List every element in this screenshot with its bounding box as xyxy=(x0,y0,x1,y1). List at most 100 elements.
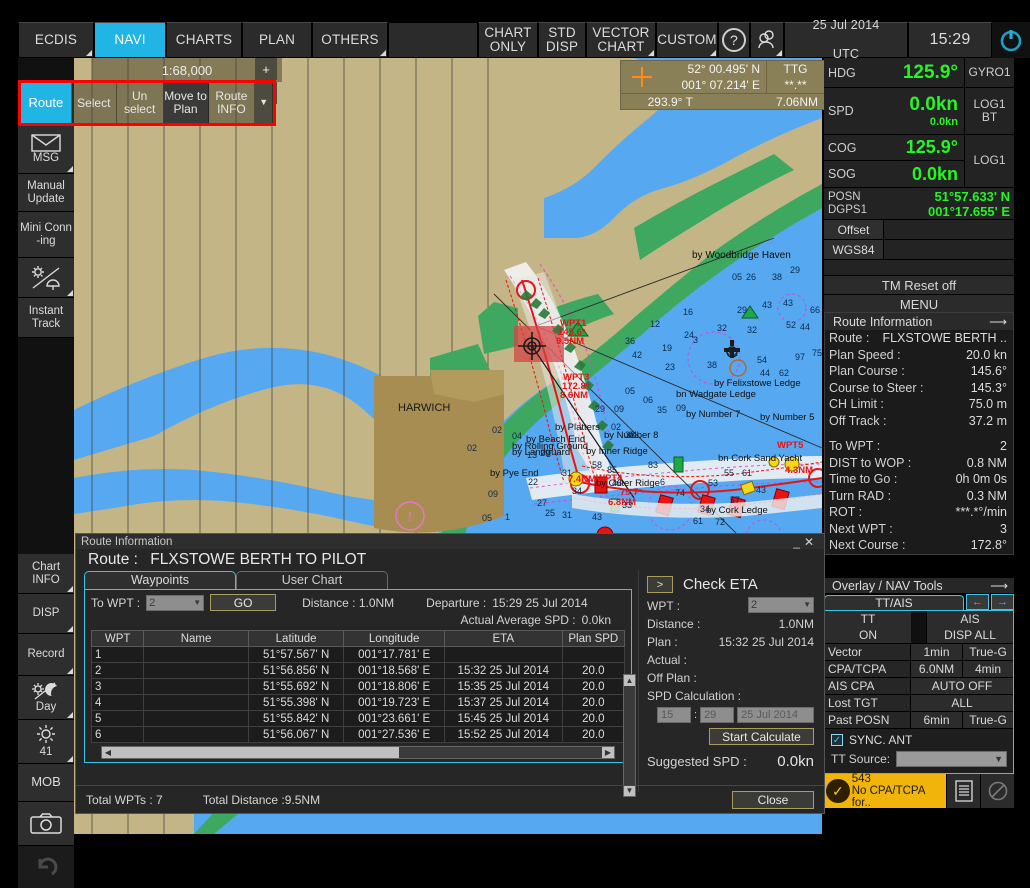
alarm-mute-button[interactable] xyxy=(980,774,1014,808)
check-circle-icon[interactable]: ✓ xyxy=(826,779,850,803)
overlay-header[interactable]: Overlay / NAV Tools ⟶ xyxy=(824,578,1014,593)
overlay-row-value2[interactable]: 4min xyxy=(963,661,1013,677)
start-calculate-button[interactable]: Start Calculate xyxy=(709,728,814,745)
cursor-ttg-label: TTG xyxy=(783,62,808,76)
overlay-row-value1[interactable]: AUTO OFF xyxy=(911,678,1013,694)
power-button[interactable] xyxy=(992,22,1030,58)
waypoints-table: WPT Name Latitude Longitude ETA Plan SPD 1 51°… xyxy=(90,630,626,743)
sync-ant-row[interactable]: ✓ SYNC. ANT xyxy=(825,729,1013,749)
table-row[interactable]: 4 51°55.398' N 001°19.723' E 15:37 25 Jul 2… xyxy=(90,694,626,711)
check-eta-toggle-button[interactable]: > xyxy=(647,576,673,593)
alarm-list-button[interactable] xyxy=(946,774,980,808)
overlay-row-value1[interactable]: ALL xyxy=(911,695,1013,711)
move-to-plan-button[interactable]: Move to Plan xyxy=(163,83,209,123)
std-disp-button[interactable]: STD DISP xyxy=(538,22,586,58)
offset-row[interactable]: Offset xyxy=(824,220,1014,240)
close-dialog-button[interactable]: Close xyxy=(732,790,814,809)
tab-charts[interactable]: CHARTS xyxy=(166,22,242,58)
alarm-message[interactable]: ✓ 543 No CPA/TCPA for.. xyxy=(824,773,946,809)
waypoints-vscrollbar[interactable]: ▲ ▼ xyxy=(623,674,636,797)
sidebar-item-manual-update[interactable]: Manual Update xyxy=(18,174,74,212)
overlay-row-value2[interactable]: True-G xyxy=(963,644,1013,660)
tab-waypoints[interactable]: Waypoints xyxy=(84,571,236,589)
go-button[interactable]: GO xyxy=(210,594,277,611)
overlay-row-value1[interactable]: 6.0NM xyxy=(911,661,963,677)
overlay-row: Lost TGT ALL xyxy=(825,695,1013,712)
sidebar-item-mini-conning[interactable]: Mini Conn -ing xyxy=(18,212,74,258)
spd-calc-minute-input[interactable]: 29 xyxy=(700,707,735,723)
arrow-right-icon[interactable]: ⟶ xyxy=(989,314,1007,329)
route-button[interactable]: Route xyxy=(21,83,72,123)
scroll-up-icon[interactable]: ▲ xyxy=(624,675,635,686)
waypoints-hscrollbar[interactable]: ◀ ▶ xyxy=(101,746,615,759)
tab-plan[interactable]: PLAN xyxy=(242,22,312,58)
tt-source-dropdown[interactable]: ▼ xyxy=(896,751,1007,767)
spd-calc-hour-input[interactable]: 15 xyxy=(657,707,691,723)
sidebar-item-settings[interactable] xyxy=(18,258,74,298)
overlay-body: TT ON AIS DISP ALL Vector 1min True-G CPA/T… xyxy=(824,610,1014,774)
suggested-spd-value: 0.0kn xyxy=(777,753,814,770)
sidebar-item-msg[interactable]: MSG xyxy=(18,126,74,174)
table-row[interactable]: 2 51°56.856' N 001°18.568' E 15:32 25 Jul 2… xyxy=(90,662,626,679)
scroll-right-icon[interactable]: ▶ xyxy=(602,747,614,758)
route-information-header[interactable]: Route Information ⟶ xyxy=(825,313,1013,330)
sidebar-item-record[interactable]: Record xyxy=(18,634,74,676)
sidebar-item-undo[interactable] xyxy=(18,846,74,888)
check-eta-plan-value: 15:32 25 Jul 2014 xyxy=(718,635,814,649)
sidebar-item-disp[interactable]: DISP xyxy=(18,594,74,634)
offset-button[interactable]: Offset xyxy=(824,220,884,239)
arrow-right-icon[interactable]: → xyxy=(991,594,1014,610)
move-to-plan-button-label: Move to Plan xyxy=(164,89,207,116)
nav-data-panel: HDG 125.9° GYRO1 SPD 0.0kn 0.0kn LOG1 BT… xyxy=(824,58,1014,314)
unselect-button[interactable]: Un select xyxy=(116,83,164,123)
tab-ecdis[interactable]: ECDIS xyxy=(18,22,94,58)
table-row[interactable]: 3 51°55.692' N 001°18.806' E 15:35 25 Jul 2… xyxy=(90,678,626,695)
arrow-left-icon[interactable]: ← xyxy=(966,594,989,610)
table-row[interactable]: 5 51°55.842' N 001°23.661' E 15:45 25 Jul 2… xyxy=(90,710,626,727)
check-eta-wpt-dropdown[interactable]: 2 ▼ xyxy=(748,597,814,613)
sidebar-item-screenshot[interactable] xyxy=(18,802,74,846)
route-info-row-value: 145.3° xyxy=(970,380,1007,395)
waypoints-column-header: Latitude xyxy=(247,630,345,647)
tab-user-chart[interactable]: User Chart xyxy=(236,571,388,589)
zoom-in-button[interactable]: + xyxy=(255,58,277,80)
table-row[interactable]: 6 51°56.067' N 001°27.536' E 15:52 25 Jul 2… xyxy=(90,726,626,743)
dropdown-corner-icon xyxy=(67,586,73,592)
spd-calc-date-input[interactable]: 25 Jul 2014 xyxy=(737,707,814,723)
route-toolbar-more-button[interactable]: ▼ xyxy=(255,83,273,123)
tab-navi[interactable]: NAVI xyxy=(94,22,166,58)
date-display: 25 Jul 2014 UTC xyxy=(784,18,908,61)
overlay-row-value1[interactable]: 1min xyxy=(911,644,963,660)
route-info-button[interactable]: Route INFO xyxy=(208,83,256,123)
sidebar-item-mob[interactable]: MOB xyxy=(18,764,74,802)
overlay-row-label: AIS CPA xyxy=(825,678,911,694)
overlay-row-value1[interactable]: 6min xyxy=(911,712,963,728)
overlay-row-value2[interactable]: True-G xyxy=(963,712,1013,728)
users-icon xyxy=(758,30,774,49)
tm-reset-button[interactable]: TM Reset off xyxy=(824,276,1014,295)
help-button[interactable]: ? xyxy=(718,22,750,58)
sidebar-item-chart-info[interactable]: Chart INFO xyxy=(18,554,74,594)
sidebar-item-brightness[interactable]: 41 xyxy=(18,720,74,764)
ais-state[interactable]: DISP ALL xyxy=(927,627,1013,643)
to-wpt-dropdown[interactable]: 2 ▼ xyxy=(146,594,205,611)
table-row[interactable]: 1 51°57.567' N 001°17.781' E xyxy=(90,646,626,663)
sync-ant-checkbox[interactable]: ✓ xyxy=(831,734,843,746)
arrow-right-icon[interactable]: ⟶ xyxy=(990,578,1008,593)
sidebar-item-day-night[interactable]: Day xyxy=(18,676,74,720)
scroll-left-icon[interactable]: ◀ xyxy=(102,747,114,758)
sidebar-item-instant-track[interactable]: Instant Track xyxy=(18,298,74,338)
chart-only-button[interactable]: CHART ONLY xyxy=(478,22,538,58)
dialog-window-buttons[interactable]: _✕ xyxy=(793,535,824,549)
tt-state[interactable]: ON xyxy=(825,627,911,643)
vector-chart-button[interactable]: VECTOR CHART xyxy=(586,22,656,58)
sidebar-item-msg-label: MSG xyxy=(32,152,60,165)
hscroll-thumb[interactable] xyxy=(114,747,399,758)
select-button[interactable]: Select xyxy=(71,83,117,123)
tab-tt-ais[interactable]: TT/AIS xyxy=(824,595,964,610)
sog-value: 0.0kn xyxy=(911,163,958,184)
custom-button[interactable]: CUSTOM xyxy=(656,22,718,58)
posn-longitude: 001°17.655' E xyxy=(927,203,1010,219)
users-button[interactable] xyxy=(750,22,784,58)
tab-others[interactable]: OTHERS xyxy=(312,22,388,58)
